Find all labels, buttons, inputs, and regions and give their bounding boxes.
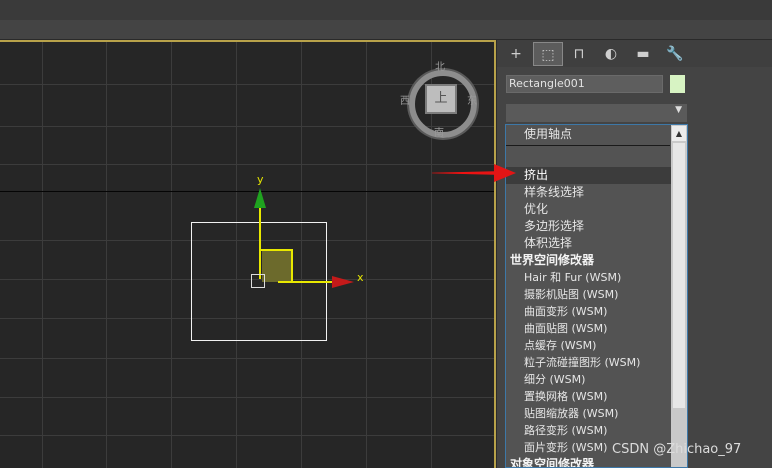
compass-south-label: 南 (434, 128, 444, 139)
dropdown-item[interactable]: 路径变形 (WSM) (506, 422, 687, 439)
grid-line (0, 397, 494, 398)
utilities-icon: 🔧 (666, 46, 684, 62)
dropdown-item[interactable]: 优化 (506, 201, 687, 218)
gizmo-plane-edge (291, 249, 293, 282)
dropdown-item[interactable]: 挤出 (506, 167, 687, 184)
motion-tab[interactable]: ◐ (596, 42, 626, 66)
object-name-field[interactable]: Rectangle001 (506, 75, 663, 93)
viewcube-top-face[interactable]: 上 (425, 84, 457, 114)
object-color-swatch[interactable] (670, 75, 685, 93)
create-tab[interactable]: + (501, 42, 531, 66)
scrollbar-thumb[interactable] (673, 143, 685, 408)
dropdown-category-header: 世界空间修改器 (510, 253, 595, 267)
grid-line (106, 42, 107, 468)
dropdown-scrollbar[interactable]: ▲ (671, 125, 687, 467)
chevron-down-icon: ▼ (675, 105, 682, 115)
compass-north-label: 北 (435, 62, 445, 73)
command-panel-tabs: + ⬚ ⊓ ◐ ▬ 🔧 (497, 40, 772, 67)
compass-west-label: 西 (400, 96, 410, 107)
plus-icon: + (510, 46, 522, 62)
dropdown-item-use-pivot[interactable]: 使用轴点 (506, 126, 687, 143)
dropdown-item[interactable]: 贴图缩放器 (WSM) (506, 405, 687, 422)
dropdown-item[interactable]: 多边形选择 (506, 218, 687, 235)
toolbar (0, 20, 772, 40)
gizmo-xy-plane[interactable] (262, 250, 292, 282)
dropdown-item[interactable]: 点缓存 (WSM) (506, 337, 687, 354)
dropdown-item[interactable]: 样条线选择 (506, 184, 687, 201)
grid-line (0, 435, 494, 436)
display-icon: ▬ (636, 46, 650, 62)
dropdown-category-header: 对象空间修改器 (510, 457, 595, 468)
dropdown-item[interactable]: 曲面贴图 (WSM) (506, 320, 687, 337)
grid-line (0, 164, 494, 165)
modify-tab[interactable]: ⬚ (533, 42, 563, 66)
dropdown-item[interactable]: Hair 和 Fur (WSM) (506, 269, 687, 286)
scroll-up-icon[interactable]: ▲ (672, 126, 686, 141)
dropdown-item[interactable]: 细分 (WSM) (506, 371, 687, 388)
dropdown-item[interactable]: 曲面变形 (WSM) (506, 303, 687, 320)
perspective-viewport[interactable]: 上 北 南 东 西 y x (0, 40, 496, 468)
modify-icon: ⬚ (541, 47, 555, 63)
annotation-arrow-head-icon (494, 164, 516, 182)
modifier-list-dropdown[interactable]: ▼ (506, 104, 687, 122)
gizmo-y-axis[interactable] (259, 202, 261, 279)
dropdown-separator (506, 145, 670, 146)
dropdown-item[interactable]: 置换网格 (WSM) (506, 388, 687, 405)
display-tab[interactable]: ▬ (628, 42, 658, 66)
grid-line (42, 42, 43, 468)
pivot-origin-box (251, 274, 265, 288)
grid-line (0, 358, 494, 359)
utilities-tab[interactable]: 🔧 (660, 42, 690, 66)
dropdown-item[interactable]: 体积选择 (506, 235, 687, 252)
grid-line (366, 42, 367, 468)
viewcube[interactable]: 上 北 南 东 西 (400, 62, 483, 144)
hierarchy-icon: ⊓ (573, 46, 585, 62)
gizmo-plane-edge (259, 249, 291, 251)
gizmo-y-label: y (257, 173, 264, 186)
menu-bar (0, 0, 772, 20)
watermark: CSDN @Zhichao_97 (612, 442, 742, 457)
gizmo-x-label: x (357, 271, 364, 284)
command-panel: + ⬚ ⊓ ◐ ▬ 🔧 Rectangle001 ▼ 使用轴点 挤出 样条线选择优… (497, 40, 772, 468)
gizmo-x-axis[interactable] (278, 281, 336, 283)
gizmo-x-arrow-icon[interactable] (332, 276, 354, 288)
compass-east-label: 东 (467, 96, 477, 107)
grid-line (171, 42, 172, 468)
home-grid-axis-line (0, 191, 494, 192)
modifier-dropdown-list[interactable]: 使用轴点 挤出 样条线选择 优化 多边形选择 体积选择 世界空间修改器 Hair 和 Fur… (505, 124, 688, 468)
dropdown-item[interactable]: 摄影机贴图 (WSM) (506, 286, 687, 303)
motion-icon: ◐ (604, 46, 618, 62)
dropdown-item[interactable]: 粒子流碰撞图形 (WSM) (506, 354, 687, 371)
hierarchy-tab[interactable]: ⊓ (564, 42, 594, 66)
gizmo-y-arrow-icon[interactable] (254, 188, 266, 208)
